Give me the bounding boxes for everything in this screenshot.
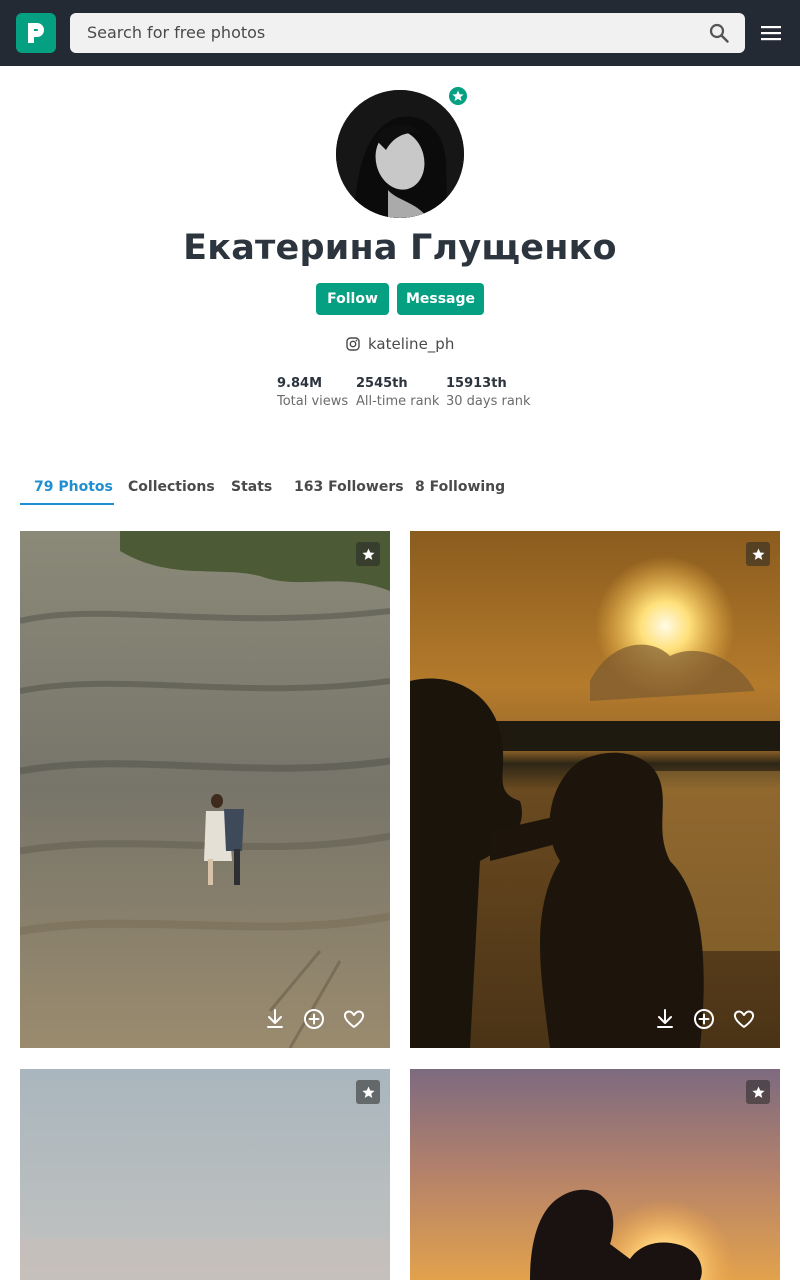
profile-name: Екатерина Глущенко [183, 228, 617, 268]
instagram-link[interactable]: kateline_ph [346, 335, 454, 353]
photo-image [20, 531, 390, 1048]
feature-star-icon[interactable] [356, 1080, 380, 1104]
message-button[interactable]: Message [397, 283, 484, 315]
stat-value: 2545th [356, 376, 408, 391]
tab-stats[interactable]: Stats [231, 479, 272, 495]
like-heart-icon[interactable] [732, 1007, 756, 1031]
photo-card[interactable] [410, 1069, 780, 1280]
photo-image [410, 1069, 780, 1280]
download-icon[interactable] [653, 1007, 677, 1031]
stat-total-views: 9.84M Total views [277, 376, 348, 409]
search-input[interactable]: Search for free photos [70, 13, 745, 53]
photo-card[interactable] [410, 531, 780, 1048]
add-to-collection-icon[interactable] [302, 1007, 326, 1031]
photo-card[interactable] [20, 531, 390, 1048]
instagram-handle: kateline_ph [368, 335, 455, 353]
follow-button[interactable]: Follow [316, 283, 389, 315]
search-placeholder: Search for free photos [87, 23, 266, 42]
stat-label: All-time rank [356, 394, 440, 409]
menu-icon[interactable] [761, 24, 781, 42]
stat-label: Total views [277, 394, 349, 409]
search-icon[interactable] [709, 23, 729, 43]
stat-30-days-rank: 15913th 30 days rank [446, 376, 531, 409]
photo-image [410, 531, 780, 1048]
avatar [336, 90, 464, 218]
add-to-collection-icon[interactable] [692, 1007, 716, 1031]
tab-followers[interactable]: 163 Followers [294, 479, 404, 495]
like-heart-icon[interactable] [342, 1007, 366, 1031]
photo-image [20, 1069, 390, 1280]
feature-star-icon[interactable] [356, 542, 380, 566]
tab-collections[interactable]: Collections [128, 479, 215, 495]
active-tab-indicator [20, 503, 114, 505]
tab-following[interactable]: 8 Following [415, 479, 505, 495]
photo-card[interactable] [20, 1069, 390, 1280]
logo-icon[interactable] [16, 13, 56, 53]
download-icon[interactable] [263, 1007, 287, 1031]
stat-label: 30 days rank [446, 394, 531, 409]
stat-value: 9.84M [277, 376, 323, 391]
tab-photos[interactable]: 79 Photos [34, 479, 113, 495]
feature-star-icon[interactable] [746, 542, 770, 566]
featured-star-badge-icon [447, 85, 469, 107]
stat-value: 15913th [446, 376, 507, 391]
instagram-icon [346, 337, 360, 351]
top-nav-bar: Search for free photos [0, 0, 800, 66]
feature-star-icon[interactable] [746, 1080, 770, 1104]
stat-all-time-rank: 2545th All-time rank [356, 376, 439, 409]
